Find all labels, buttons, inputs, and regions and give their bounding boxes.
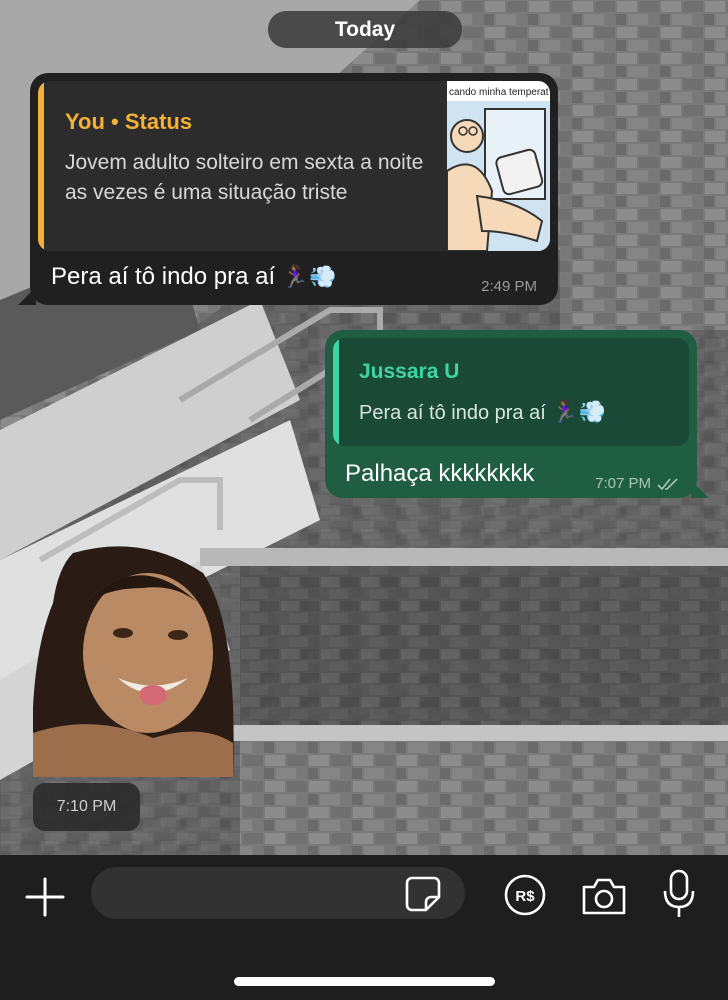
quote-author: Jussara U bbox=[359, 360, 460, 383]
date-pill: Today bbox=[268, 11, 462, 48]
thermometer-comic-image bbox=[447, 101, 550, 251]
message-text: Palhaça kkkkkkkk bbox=[345, 460, 535, 487]
thumbnail-caption: cando minha temperat bbox=[449, 87, 549, 98]
pix-payment-icon[interactable]: R$ bbox=[503, 873, 547, 917]
sticker-image[interactable] bbox=[32, 543, 243, 777]
bubble-tail bbox=[691, 480, 709, 498]
status-thumbnail[interactable]: cando minha temperat bbox=[447, 81, 550, 251]
quote-author: You • Status bbox=[65, 109, 193, 134]
quoted-message[interactable]: Jussara U Pera aí tô indo pra aí 🏃🏾‍♀️💨 bbox=[333, 338, 689, 446]
message-time: 2:49 PM bbox=[481, 278, 537, 295]
sticker-icon[interactable] bbox=[404, 875, 442, 913]
message-meta: 7:07 PM bbox=[595, 475, 679, 492]
bubble-tail bbox=[18, 287, 36, 305]
message-time: 7:07 PM bbox=[595, 475, 651, 492]
quote-accent-bar bbox=[38, 81, 44, 251]
microphone-icon[interactable] bbox=[662, 869, 696, 919]
sticker-time: 7:10 PM bbox=[33, 783, 140, 831]
running-emoji: 🏃🏾‍♀️💨 bbox=[551, 399, 607, 424]
composer-bar: R$ bbox=[0, 855, 728, 1000]
running-emoji: 🏃🏾‍♀️💨 bbox=[281, 264, 337, 289]
quoted-status[interactable]: You • Status Jovem adulto solteiro em se… bbox=[38, 81, 550, 251]
svg-text:R$: R$ bbox=[515, 888, 535, 905]
home-indicator[interactable] bbox=[234, 977, 495, 986]
quote-accent-bar bbox=[333, 338, 339, 446]
incoming-message-bubble[interactable]: You • Status Jovem adulto solteiro em se… bbox=[18, 73, 558, 305]
quote-text: Pera aí tô indo pra aí 🏃🏾‍♀️💨 bbox=[359, 399, 607, 424]
outgoing-message-bubble[interactable]: Jussara U Pera aí tô indo pra aí 🏃🏾‍♀️💨 … bbox=[325, 330, 709, 498]
plus-icon[interactable] bbox=[23, 875, 67, 919]
message-text: Pera aí tô indo pra aí 🏃🏾‍♀️💨 bbox=[51, 263, 337, 290]
camera-icon[interactable] bbox=[580, 875, 628, 917]
double-check-icon bbox=[657, 477, 678, 490]
quote-text: Jovem adulto solteiro em sexta a noite a… bbox=[65, 151, 424, 204]
